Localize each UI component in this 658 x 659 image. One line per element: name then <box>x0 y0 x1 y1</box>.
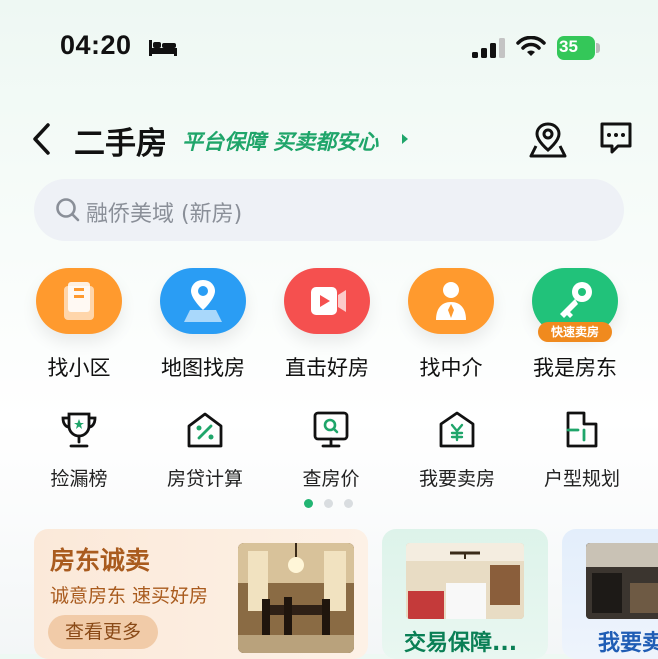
sell-house-icon <box>439 411 475 448</box>
tool-label: 捡漏榜 <box>50 468 108 490</box>
tool-deal-list[interactable]: 捡漏榜 <box>24 408 134 491</box>
room-photo <box>238 543 354 653</box>
landlord-sale-card[interactable]: 房东诚卖 诚意房东 速买好房 查看更多 <box>34 529 368 659</box>
entry-landlord[interactable]: 快速卖房 我是房东 <box>520 268 630 382</box>
search-input[interactable]: 融侨美域 (新房) <box>86 196 242 228</box>
room-photo <box>406 543 524 619</box>
tool-sell-house[interactable]: 我要卖房 <box>402 408 512 491</box>
tool-check-price[interactable]: 查房价 <box>276 408 386 491</box>
see-more-button[interactable]: 查看更多 <box>48 615 158 649</box>
entry-label: 我是房东 <box>533 356 617 380</box>
card-title: 交易保障... <box>404 631 518 656</box>
floorplan-icon <box>566 411 598 448</box>
tool-floorplan[interactable]: 户型规划 <box>527 408 637 491</box>
platform-slogan[interactable]: 平台保障 买卖都安心 <box>182 126 378 156</box>
tool-label: 我要卖房 <box>418 468 495 490</box>
pager-dot[interactable] <box>344 499 353 508</box>
entry-map-search[interactable]: 地图找房 <box>148 268 258 382</box>
entry-live-house[interactable]: 直击好房 <box>272 268 382 382</box>
price-search-icon <box>313 411 349 448</box>
agent-icon <box>408 268 494 334</box>
entry-label: 直击好房 <box>285 356 369 380</box>
entry-label: 找中介 <box>419 356 483 380</box>
tool-label: 查房价 <box>302 468 360 490</box>
sell-card[interactable]: 我要卖 <box>562 529 658 659</box>
sleep-mode-icon <box>149 40 177 56</box>
card-subtitle: 诚意房东 速买好房 <box>50 585 209 607</box>
building-icon <box>36 268 122 334</box>
page-title: 二手房 <box>74 126 167 162</box>
slogan-arrow-icon <box>402 134 408 144</box>
percent-house-icon <box>187 412 223 448</box>
room-photo <box>586 543 658 619</box>
message-icon[interactable] <box>598 120 634 156</box>
transaction-guarantee-card[interactable]: 交易保障... <box>382 529 548 659</box>
search-icon <box>56 198 80 222</box>
back-icon[interactable] <box>30 122 56 156</box>
tool-label: 房贷计算 <box>166 468 243 490</box>
battery-indicator: 35 <box>557 36 601 60</box>
key-icon: 快速卖房 <box>532 268 618 342</box>
tool-mortgage-calc[interactable]: 房贷计算 <box>150 408 260 491</box>
map-pin-icon <box>160 268 246 334</box>
status-time: 04:20 <box>60 30 132 60</box>
entry-find-agent[interactable]: 找中介 <box>396 268 506 382</box>
card-title: 房东诚卖 <box>50 546 151 575</box>
signal-icon <box>472 38 505 58</box>
entry-find-community[interactable]: 找小区 <box>24 268 134 382</box>
tool-label: 户型规划 <box>543 468 620 490</box>
entry-label: 找小区 <box>47 356 111 380</box>
pager-dot[interactable] <box>324 499 333 508</box>
video-icon <box>284 268 370 334</box>
card-title: 我要卖 <box>598 631 658 656</box>
entry-label: 地图找房 <box>161 356 245 380</box>
location-icon[interactable] <box>528 120 568 160</box>
wifi-icon <box>516 36 546 56</box>
quick-sell-badge: 快速卖房 <box>538 322 612 342</box>
pager-dot-active[interactable] <box>304 499 313 508</box>
battery-level: 35 <box>559 37 578 56</box>
trophy-icon <box>61 412 97 448</box>
